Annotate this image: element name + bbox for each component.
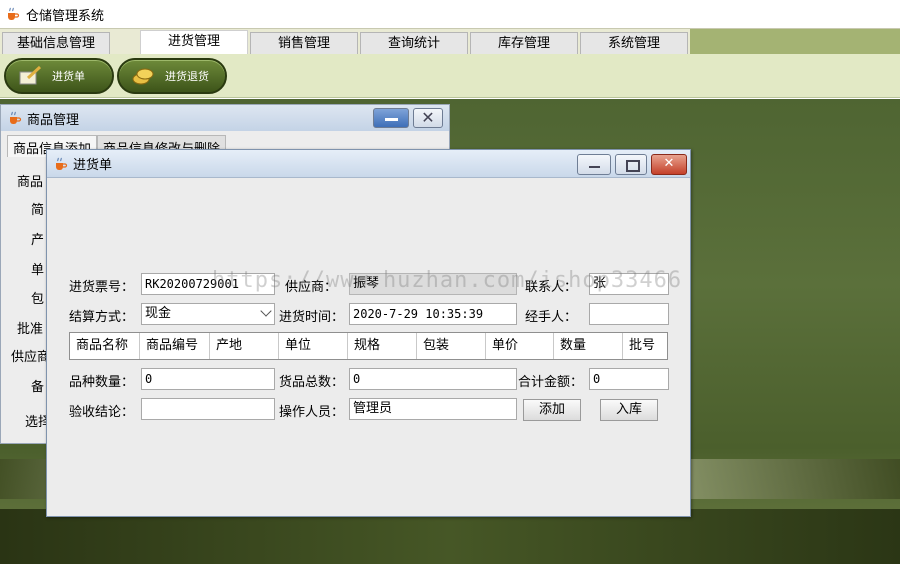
contact-field[interactable]: 张 bbox=[589, 273, 669, 295]
purchase-order-label: 进货单 bbox=[52, 70, 85, 83]
supplier-label: 供应商 bbox=[11, 350, 51, 365]
total-amount-label: 合计金额： bbox=[518, 375, 584, 390]
purchase-order-window: 进货单 ✕ 进货票号： RK20200729001 供应商： 振琴 联系人： 张… bbox=[46, 149, 691, 517]
package-label: 包 bbox=[31, 292, 45, 307]
column-header[interactable]: 商品名称 bbox=[70, 333, 140, 359]
maximize-button[interactable] bbox=[615, 154, 647, 175]
column-header[interactable]: 数量 bbox=[554, 333, 623, 359]
settle-method-value: 现金 bbox=[145, 306, 172, 321]
main-menu-bar: 基础信息管理 进货管理 销售管理 查询统计 库存管理 系统管理 bbox=[0, 28, 900, 55]
supplier-label: 供应商： bbox=[285, 280, 338, 295]
tab-purchase[interactable]: 进货管理 bbox=[140, 30, 248, 55]
total-qty-label: 货品总数： bbox=[279, 375, 345, 390]
check-result-label: 验收结论： bbox=[69, 405, 135, 420]
column-header[interactable]: 规格 bbox=[348, 333, 417, 359]
purchase-time-field[interactable]: 2020-7-29 10:35:39 bbox=[349, 303, 517, 325]
tab-system[interactable]: 系统管理 bbox=[580, 32, 688, 54]
short-name-label: 简 bbox=[31, 203, 45, 218]
ticket-no-label: 进货票号： bbox=[69, 280, 135, 295]
column-header[interactable]: 单位 bbox=[279, 333, 348, 359]
chevron-down-icon bbox=[260, 305, 272, 317]
close-icon: ✕ bbox=[663, 156, 675, 171]
tab-sales[interactable]: 销售管理 bbox=[250, 32, 358, 54]
menu-bar-filler bbox=[690, 29, 900, 55]
add-button[interactable]: 添加 bbox=[523, 399, 581, 421]
column-header[interactable]: 单价 bbox=[486, 333, 554, 359]
tab-inventory[interactable]: 库存管理 bbox=[470, 32, 578, 54]
contact-label: 联系人： bbox=[525, 280, 578, 295]
purchase-return-button[interactable]: 进货退货 bbox=[117, 58, 227, 94]
purchase-time-label: 进货时间： bbox=[279, 310, 345, 325]
unit-label: 单 bbox=[31, 263, 45, 278]
column-header[interactable]: 产地 bbox=[210, 333, 279, 359]
total-amount-field[interactable]: 0 bbox=[589, 368, 669, 390]
tab-query[interactable]: 查询统计 bbox=[360, 32, 468, 54]
close-icon: ✕ bbox=[421, 108, 435, 127]
java-cup-icon bbox=[6, 110, 22, 126]
kinds-count-label: 品种数量： bbox=[69, 375, 135, 390]
close-button[interactable]: ✕ bbox=[651, 154, 687, 175]
operator-label: 操作人员： bbox=[279, 405, 345, 420]
java-cup-icon bbox=[4, 6, 20, 22]
purchase-return-label: 进货退货 bbox=[165, 70, 209, 83]
handler-field[interactable] bbox=[589, 303, 669, 325]
column-header[interactable]: 批号 bbox=[623, 333, 667, 359]
pencil-paper-icon bbox=[18, 65, 42, 86]
minimize-button[interactable] bbox=[373, 108, 409, 128]
note-label: 备 bbox=[31, 380, 45, 395]
settle-method-select[interactable]: 现金 bbox=[141, 303, 275, 325]
close-button[interactable]: ✕ bbox=[413, 108, 443, 128]
column-header[interactable]: 包装 bbox=[417, 333, 486, 359]
handler-label: 经手人： bbox=[525, 310, 578, 325]
supplier-select[interactable]: 振琴 bbox=[349, 273, 517, 295]
approval-label: 批准 bbox=[17, 322, 44, 337]
toolbar: 进货单 进货退货 bbox=[0, 54, 900, 98]
product-name-label: 商品 bbox=[17, 175, 44, 190]
column-header[interactable]: 商品编号 bbox=[140, 333, 210, 359]
operator-field[interactable]: 管理员 bbox=[349, 398, 517, 420]
total-qty-field[interactable]: 0 bbox=[349, 368, 517, 390]
coins-icon bbox=[131, 66, 155, 86]
app-title: 仓储管理系统 bbox=[26, 8, 105, 24]
product-window-title: 商品管理 bbox=[27, 112, 80, 128]
purchase-window-title: 进货单 bbox=[73, 158, 113, 173]
minimize-button[interactable] bbox=[577, 154, 611, 175]
settle-label: 结算方式： bbox=[69, 310, 135, 325]
goods-table-header: 商品名称 商品编号 产地 单位 规格 包装 单价 数量 批号 bbox=[69, 332, 668, 360]
purchase-order-button[interactable]: 进货单 bbox=[4, 58, 114, 94]
check-result-field[interactable] bbox=[141, 398, 275, 420]
origin-label: 产 bbox=[31, 233, 45, 248]
ticket-no-field[interactable]: RK20200729001 bbox=[141, 273, 275, 295]
app-titlebar: 仓储管理系统 bbox=[0, 0, 900, 28]
background-decor-lower bbox=[0, 509, 900, 564]
tab-basic-info[interactable]: 基础信息管理 bbox=[2, 32, 110, 54]
stock-in-button[interactable]: 入库 bbox=[600, 399, 658, 421]
java-cup-icon bbox=[52, 156, 68, 172]
kinds-count-field[interactable]: 0 bbox=[141, 368, 275, 390]
